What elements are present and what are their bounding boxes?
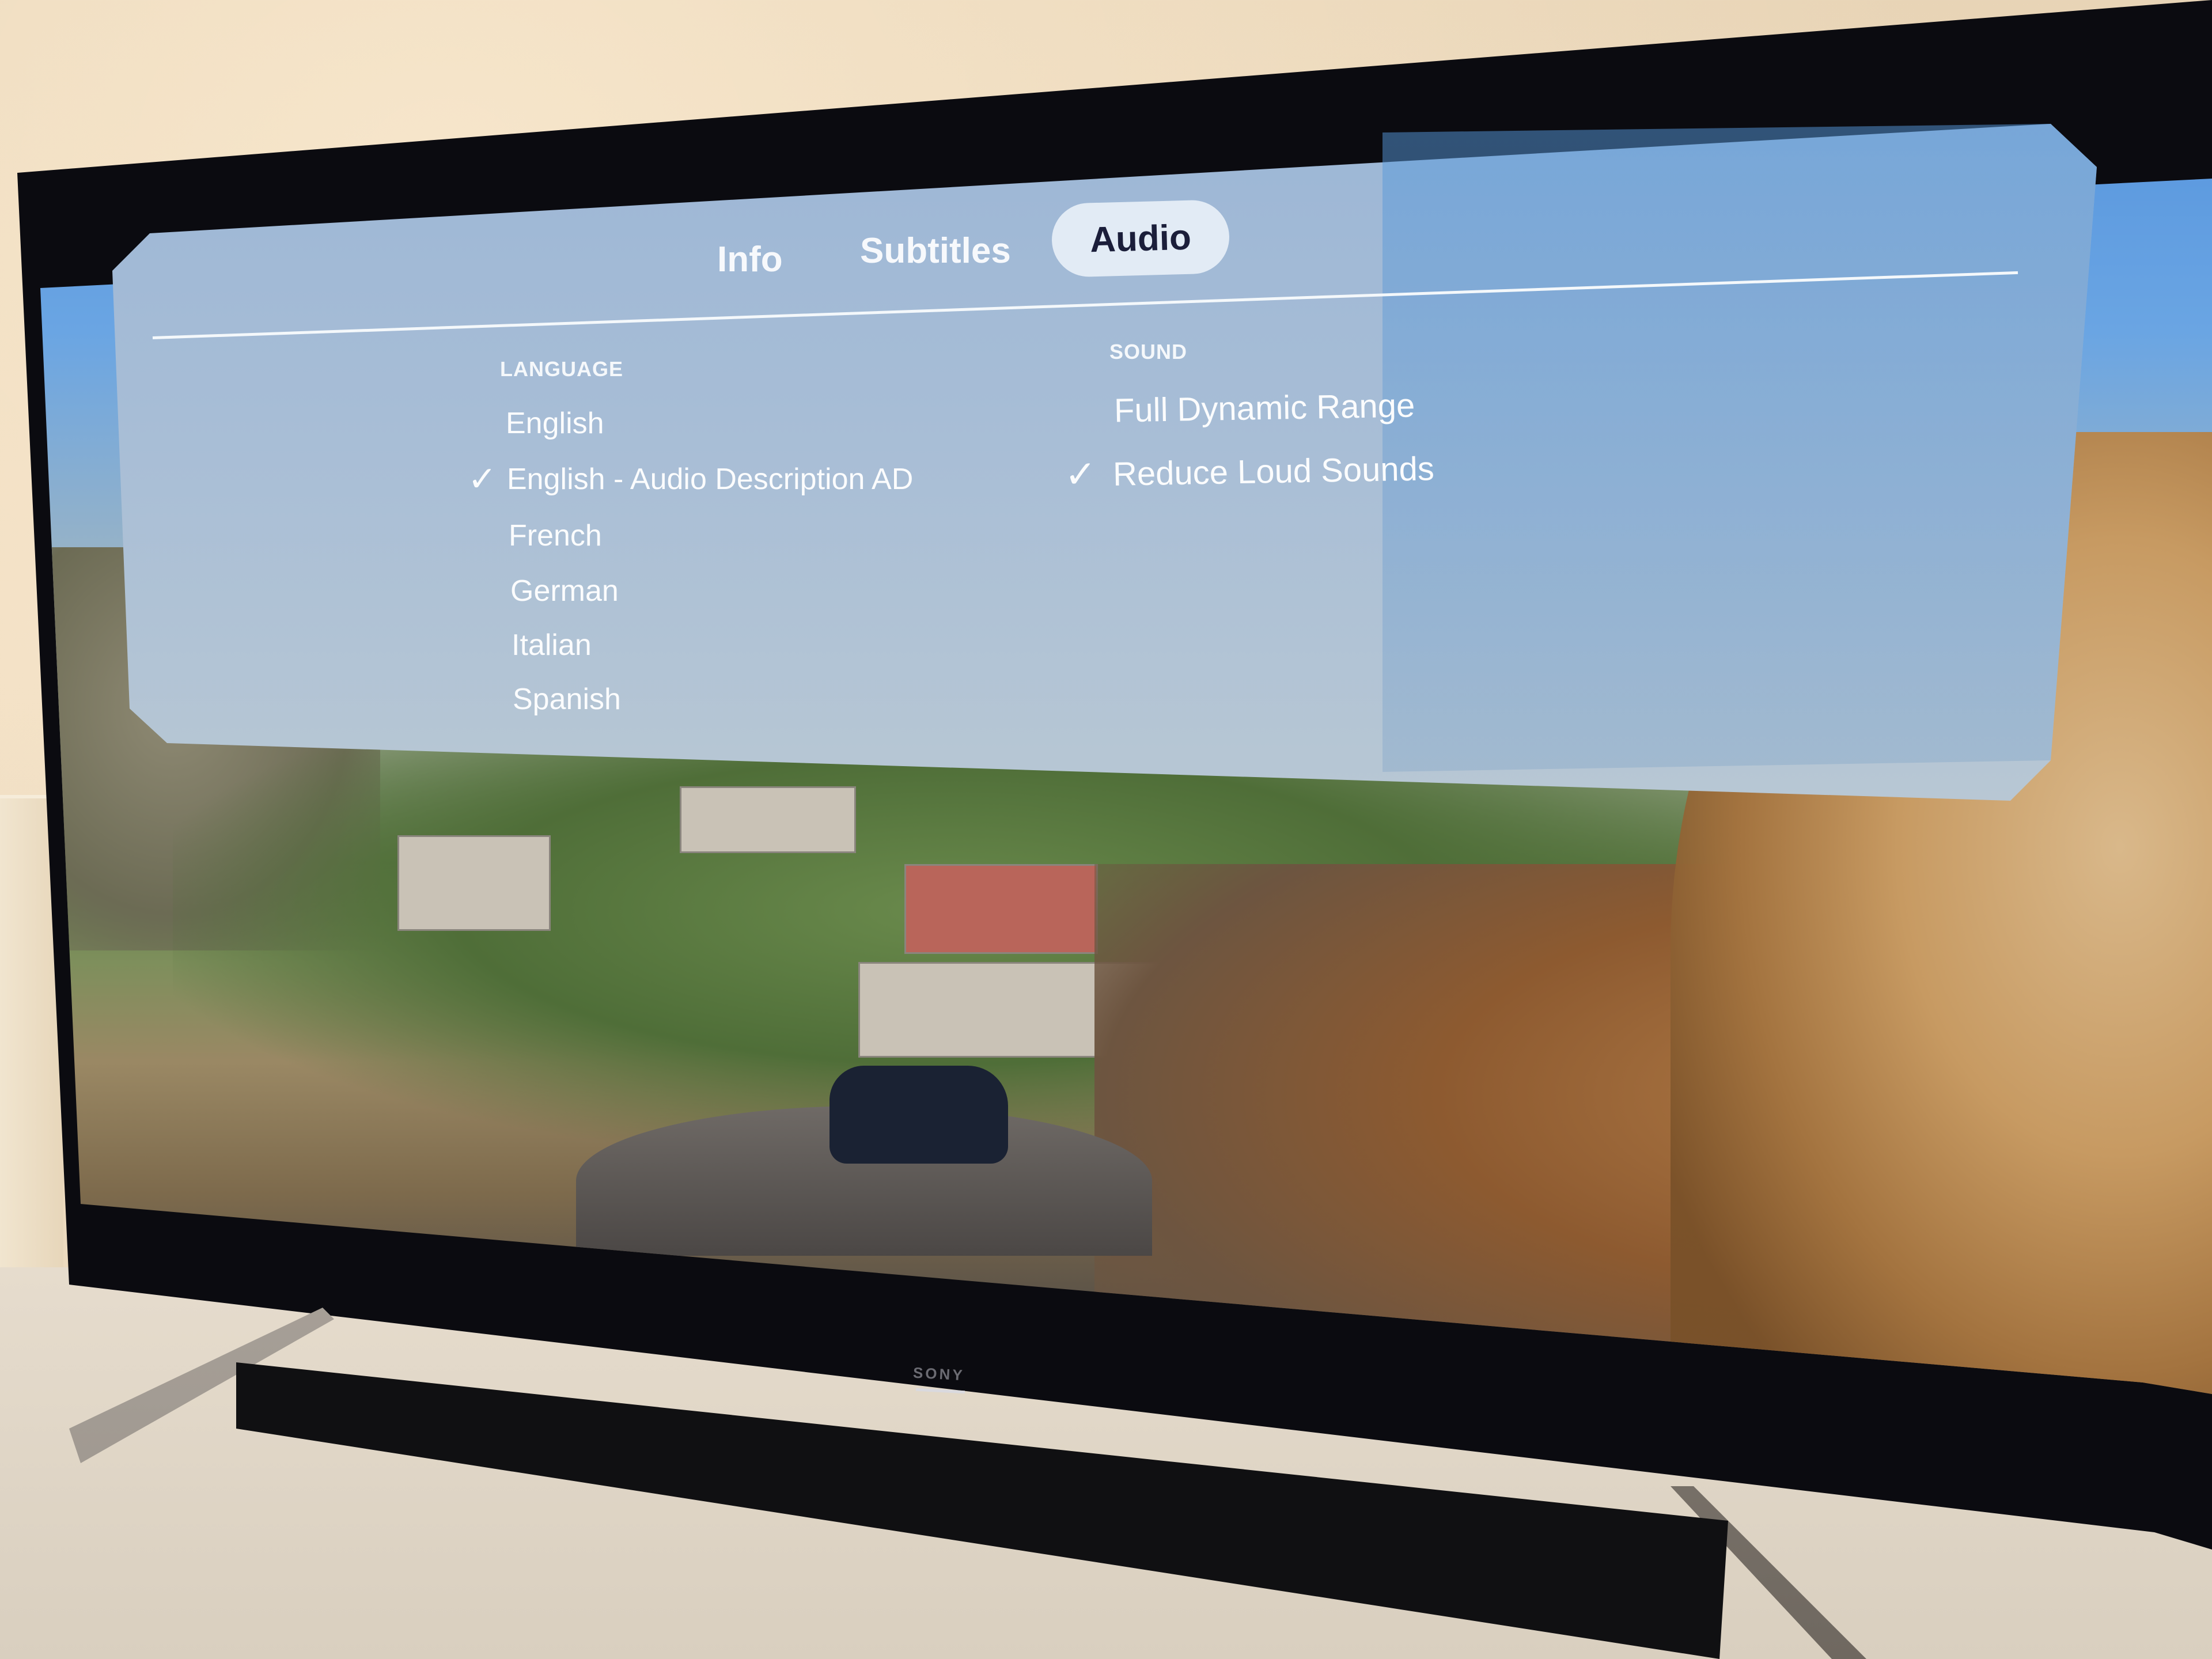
checkmark-icon: ✓ <box>1065 453 1097 495</box>
sound-section-header: SOUND <box>1109 340 1188 363</box>
sound-option-full-dynamic-range[interactable]: Full Dynamic Range <box>1113 386 1415 430</box>
scene-car <box>830 1066 1008 1164</box>
scene-building <box>397 835 551 931</box>
tv-brand-logo: SONY <box>912 1363 965 1384</box>
language-option-german[interactable]: German <box>510 574 619 608</box>
checkmark-icon: ✓ <box>468 460 497 498</box>
language-option-french[interactable]: French <box>509 518 602 553</box>
scene-building <box>904 864 1098 954</box>
tab-subtitles[interactable]: Subtitles <box>860 230 1011 271</box>
language-option-english-ad[interactable]: English - Audio Description AD <box>507 462 913 497</box>
language-option-english[interactable]: English <box>506 406 604 441</box>
language-section-header: LANGUAGE <box>500 357 623 381</box>
language-option-spanish[interactable]: Spanish <box>513 682 621 717</box>
sound-option-reduce-loud-sounds[interactable]: Reduce Loud Sounds <box>1112 449 1434 494</box>
language-option-italian[interactable]: Italian <box>512 628 592 662</box>
tab-info[interactable]: Info <box>717 239 783 280</box>
scene-building <box>680 786 856 853</box>
tab-audio[interactable]: Audio <box>1051 199 1230 278</box>
tab-audio-label: Audio <box>1089 217 1192 260</box>
